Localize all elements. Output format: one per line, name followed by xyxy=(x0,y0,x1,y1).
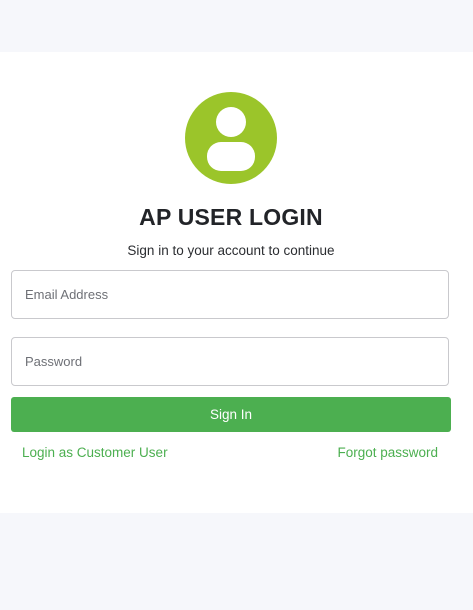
page-title: AP USER LOGIN xyxy=(139,204,323,230)
page-subtitle: Sign in to your account to continue xyxy=(127,243,335,258)
sign-in-button[interactable]: Sign In xyxy=(11,397,451,432)
customer-login-link[interactable]: Login as Customer User xyxy=(22,445,168,460)
password-field[interactable] xyxy=(11,337,449,386)
user-avatar-icon xyxy=(185,92,277,184)
email-field[interactable] xyxy=(11,270,449,319)
forgot-password-link[interactable]: Forgot password xyxy=(337,445,438,460)
login-card: AP USER LOGIN Sign in to your account to… xyxy=(0,52,473,513)
